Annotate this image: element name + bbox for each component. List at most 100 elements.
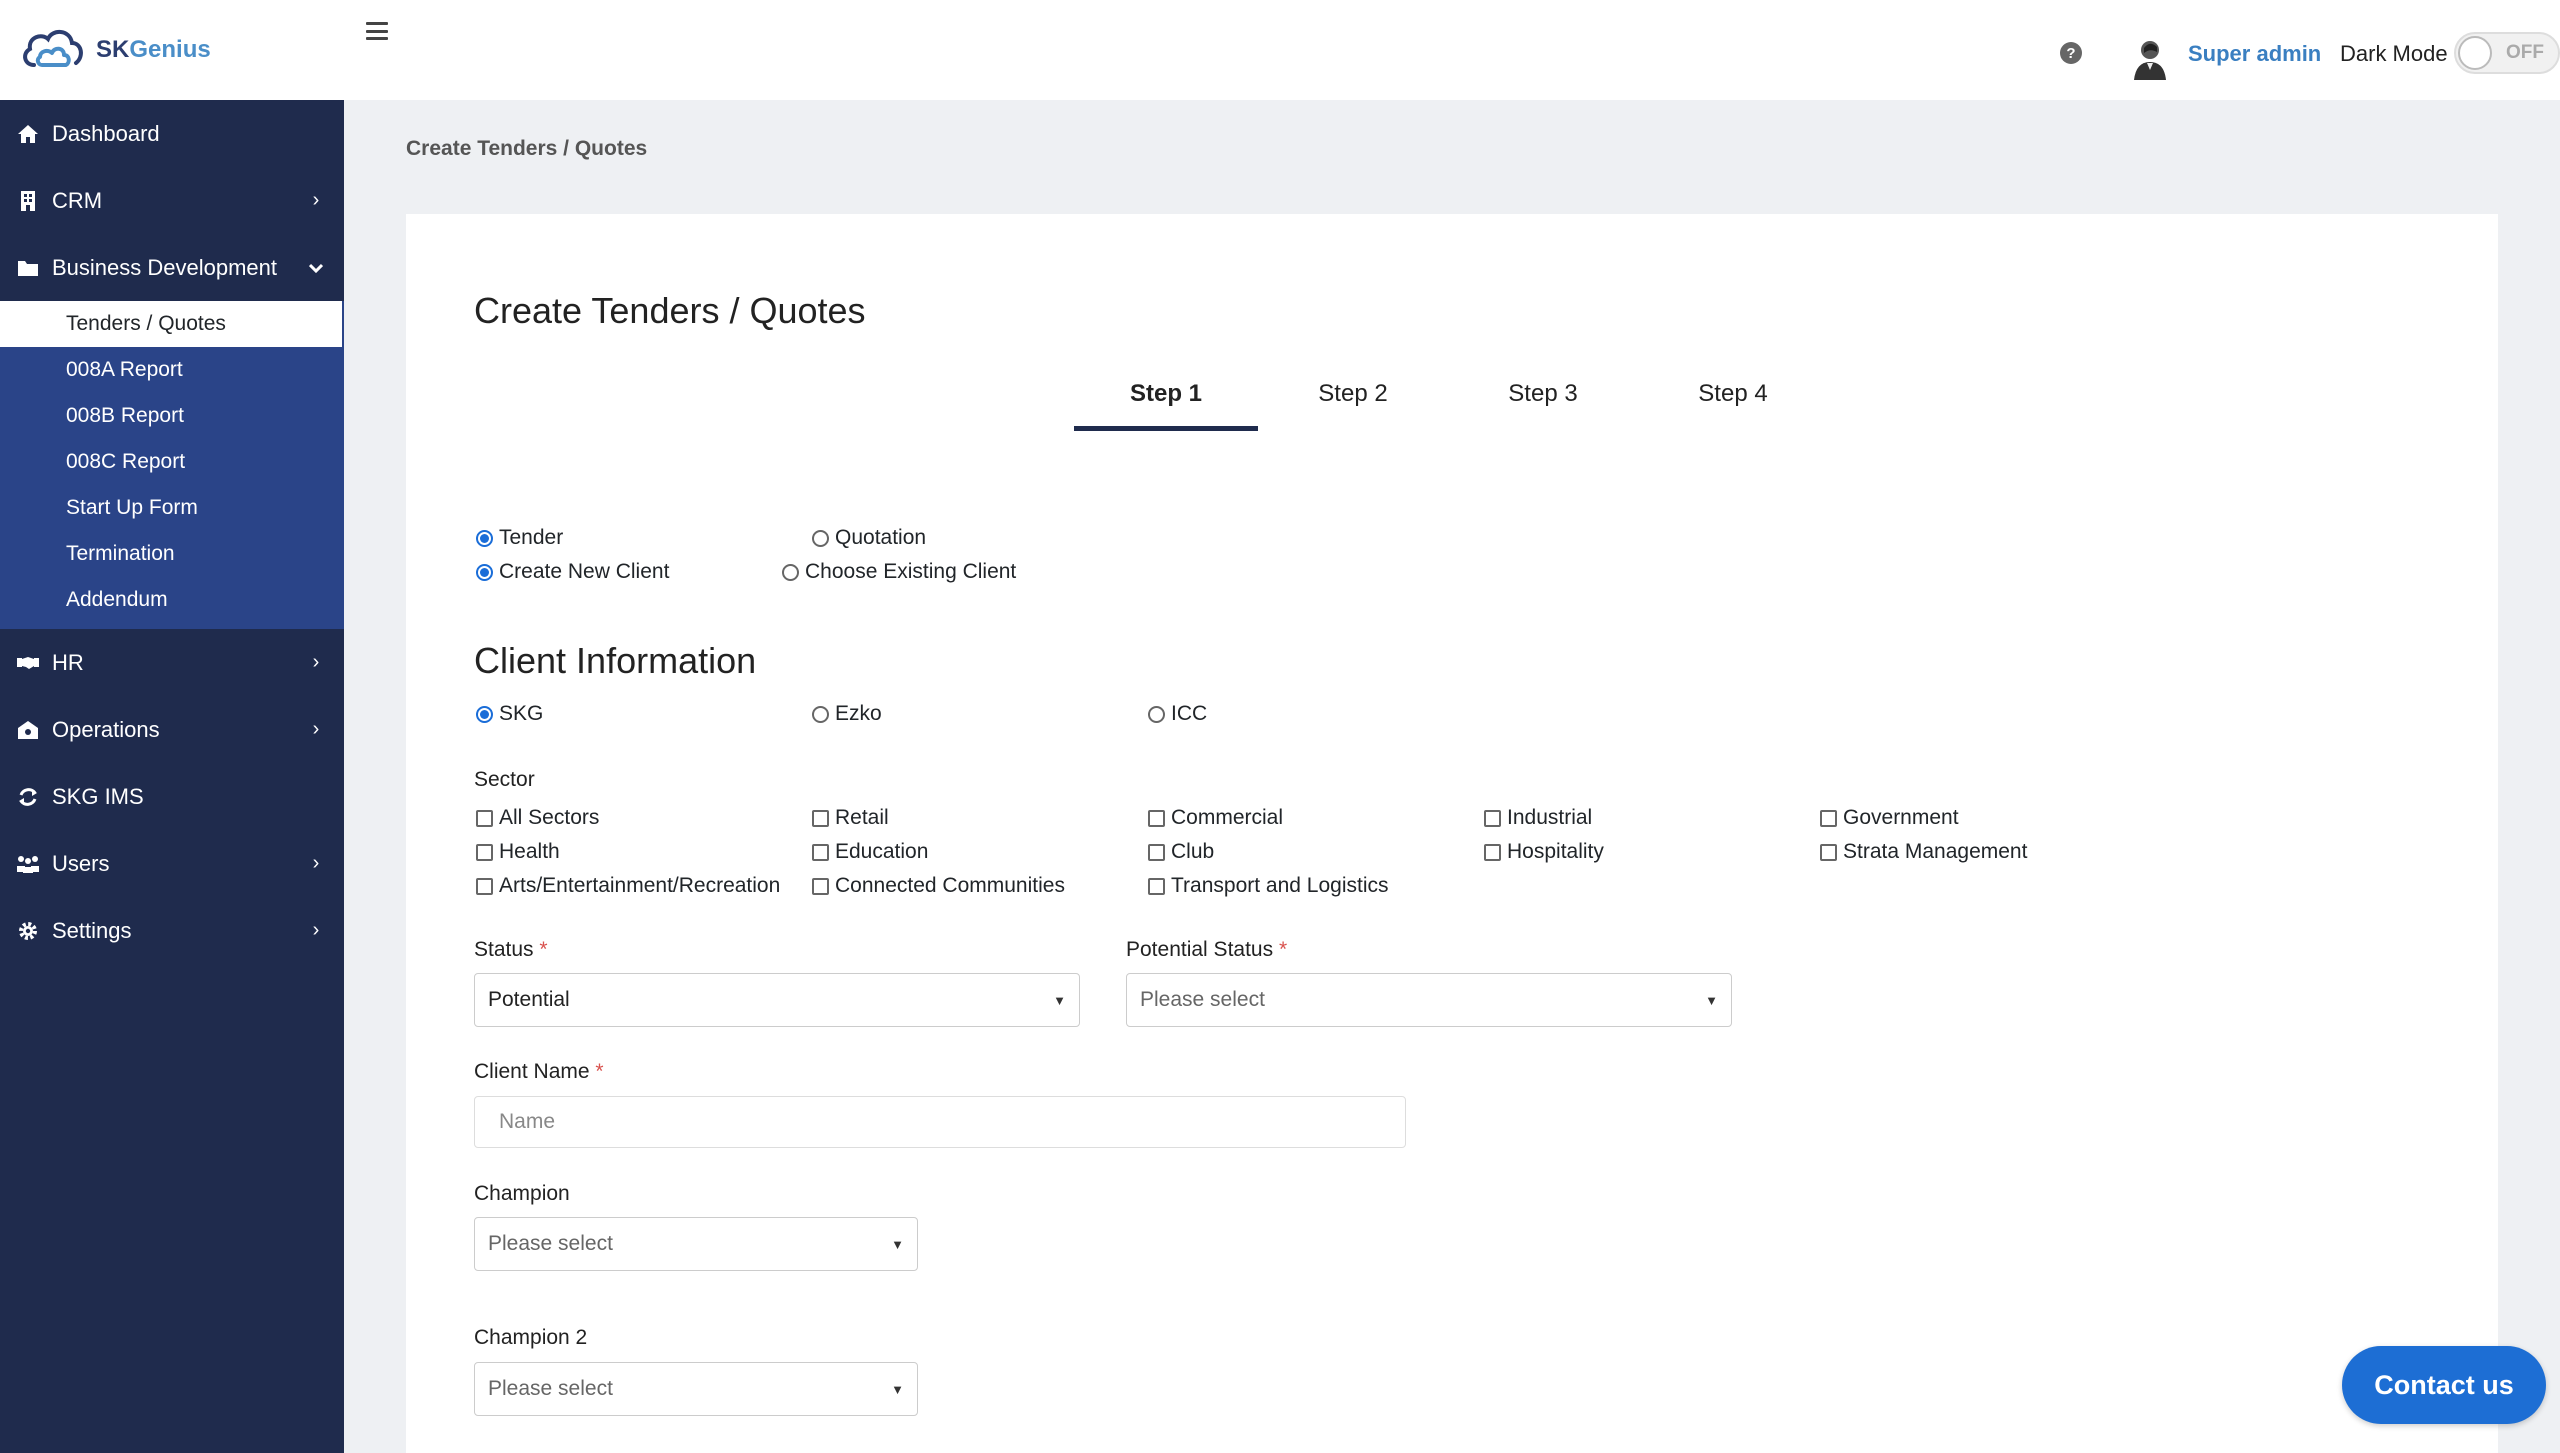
radio-button[interactable] [476,529,493,547]
users-icon [16,852,40,876]
tab-step-3[interactable]: Step 3 [1448,380,1638,431]
logo[interactable]: SKGenius [0,0,344,100]
radio-button[interactable] [476,563,493,581]
champion-select[interactable]: Please select ▼ [474,1217,918,1271]
checkbox[interactable] [1820,809,1837,827]
top-bar: ? Super admin Dark Mode OFF [344,0,2560,100]
checkbox[interactable] [1148,843,1165,861]
checkbox-education[interactable]: Education [812,840,1148,864]
checkbox[interactable] [1148,877,1165,895]
status-select[interactable]: Potential ▼ [474,973,1080,1027]
tab-step-2[interactable]: Step 2 [1258,380,1448,431]
caret-down-icon: ▼ [1705,992,1718,1008]
checkbox[interactable] [476,843,493,861]
sidebar-nav: Dashboard CRM › Business Development Ten… [0,100,344,964]
sidebar-item-users[interactable]: Users › [0,830,344,897]
potential-status-select[interactable]: Please select ▼ [1126,973,1732,1027]
cloud-logo-icon [23,30,83,67]
toggle-knob [2458,36,2492,70]
checkbox-health[interactable]: Health [476,840,812,864]
checkbox[interactable] [812,877,829,895]
breadcrumb: Create Tenders / Quotes [406,137,648,160]
checkbox[interactable] [812,843,829,861]
checkbox[interactable] [476,877,493,895]
tab-step-1[interactable]: Step 1 [1074,380,1258,431]
checkbox-retail[interactable]: Retail [812,806,1148,830]
champion-select-value: Please select [488,1232,613,1255]
sidebar-item-business-development[interactable]: Business Development [0,234,344,301]
caret-down-icon: ▼ [891,1236,904,1252]
checkbox[interactable] [1820,843,1837,861]
sync-icon [16,785,40,809]
client-name-input[interactable] [474,1096,1406,1148]
champion2-select[interactable]: Please select ▼ [474,1362,918,1416]
contact-us-button[interactable]: Contact us [2342,1346,2546,1424]
checkbox-government[interactable]: Government [1820,806,2156,830]
radio-skg[interactable]: SKG [476,702,812,726]
checkbox-connected-communities[interactable]: Connected Communities [812,874,1148,898]
radio-quotation[interactable]: Quotation [812,526,926,550]
home-icon [16,122,40,146]
user-name[interactable]: Super admin [2188,41,2321,67]
building-icon [16,189,40,213]
sector-checkbox-group: All Sectors Retail Commercial Industrial… [476,806,2156,898]
sidebar-subitem-008c-report[interactable]: 008C Report [0,439,344,485]
chevron-right-icon: › [312,919,320,941]
radio-tender[interactable]: Tender [476,526,812,550]
radio-ezko[interactable]: Ezko [812,702,1148,726]
sidebar-subitem-008a-report[interactable]: 008A Report [0,347,344,393]
sidebar-item-skg-ims[interactable]: SKG IMS [0,763,344,830]
sidebar-subitem-termination[interactable]: Termination [0,531,344,577]
operations-icon [16,718,40,742]
checkbox[interactable] [1484,809,1501,827]
sidebar-subitem-008b-report[interactable]: 008B Report [0,393,344,439]
radio-button[interactable] [812,705,829,723]
radio-create-new-client[interactable]: Create New Client [476,560,782,584]
chevron-right-icon: › [312,852,320,874]
toggle-state-label: OFF [2506,42,2544,63]
avatar[interactable] [2130,36,2170,80]
sidebar-item-crm[interactable]: CRM › [0,167,344,234]
sidebar: SKGenius Dashboard CRM › Business Develo… [0,0,344,1453]
sidebar-item-operations[interactable]: Operations › [0,696,344,763]
page-title: Create Tenders / Quotes [474,290,866,331]
tab-step-4[interactable]: Step 4 [1638,380,1828,431]
radio-icc[interactable]: ICC [1148,702,1207,726]
checkbox-all-sectors[interactable]: All Sectors [476,806,812,830]
status-select-value: Potential [488,988,570,1011]
sidebar-item-dashboard[interactable]: Dashboard [0,100,344,167]
radio-button[interactable] [1148,705,1165,723]
help-icon[interactable]: ? [2060,42,2082,64]
dark-mode-toggle[interactable]: OFF [2454,32,2560,74]
brand-name: SKGenius [96,36,211,63]
champion2-select-value: Please select [488,1377,613,1400]
checkbox-hospitality[interactable]: Hospitality [1484,840,1820,864]
checkbox-industrial[interactable]: Industrial [1484,806,1820,830]
business-development-submenu: Tenders / Quotes 008A Report 008B Report… [0,301,344,629]
checkbox[interactable] [476,809,493,827]
radio-button[interactable] [476,705,493,723]
checkbox-strata-management[interactable]: Strata Management [1820,840,2156,864]
radio-choose-existing-client[interactable]: Choose Existing Client [782,560,1016,584]
menu-toggle-icon[interactable] [366,22,388,40]
client-mode-radio-group: Create New Client Choose Existing Client [476,560,1016,584]
checkbox-commercial[interactable]: Commercial [1148,806,1484,830]
sidebar-item-settings[interactable]: Settings › [0,897,344,964]
client-information-title: Client Information [474,640,757,681]
checkbox-arts-entertainment-recreation[interactable]: Arts/Entertainment/Recreation [476,874,812,898]
dark-mode-label: Dark Mode [2340,41,2448,66]
checkbox-club[interactable]: Club [1148,840,1484,864]
sidebar-item-hr[interactable]: HR › [0,629,344,696]
checkbox[interactable] [1148,809,1165,827]
sidebar-subitem-start-up-form[interactable]: Start Up Form [0,485,344,531]
champion-label: Champion [474,1182,570,1205]
radio-button[interactable] [782,563,799,581]
checkbox-transport-and-logistics[interactable]: Transport and Logistics [1148,874,1484,898]
checkbox[interactable] [1484,843,1501,861]
potential-status-label: Potential Status * [1126,938,1288,961]
checkbox[interactable] [812,809,829,827]
sidebar-subitem-addendum[interactable]: Addendum [0,577,344,623]
sidebar-subitem-tenders-quotes[interactable]: Tenders / Quotes [0,301,344,347]
potential-status-select-value: Please select [1140,988,1265,1011]
radio-button[interactable] [812,529,829,547]
